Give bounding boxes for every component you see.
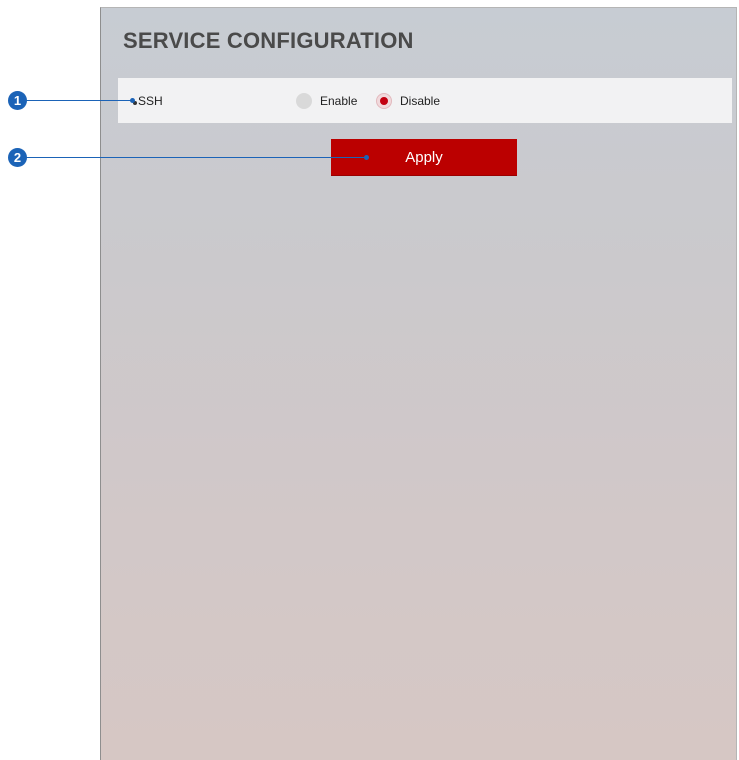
radio-dot-icon xyxy=(380,97,388,105)
callout-1-endpoint xyxy=(130,98,135,103)
ssh-disable-radio[interactable]: Disable xyxy=(376,93,440,109)
ssh-enable-radio[interactable]: Enable xyxy=(296,93,357,109)
radio-checked-icon[interactable] xyxy=(376,93,392,109)
callout-1-badge: 1 xyxy=(8,91,27,110)
callout-1-line xyxy=(26,100,132,101)
ssh-enable-label[interactable]: Enable xyxy=(320,94,357,108)
ssh-label: SSH xyxy=(138,94,163,108)
ssh-disable-label[interactable]: Disable xyxy=(400,94,440,108)
callout-2-line xyxy=(26,157,366,158)
page-title: SERVICE CONFIGURATION xyxy=(123,28,414,53)
callout-2-badge: 2 xyxy=(8,148,27,167)
ssh-setting-row: SSH Enable Disable xyxy=(118,78,732,123)
service-configuration-panel: SERVICE CONFIGURATION SSH Enable Disable… xyxy=(100,7,737,760)
radio-unchecked-icon[interactable] xyxy=(296,93,312,109)
callout-2-endpoint xyxy=(364,155,369,160)
